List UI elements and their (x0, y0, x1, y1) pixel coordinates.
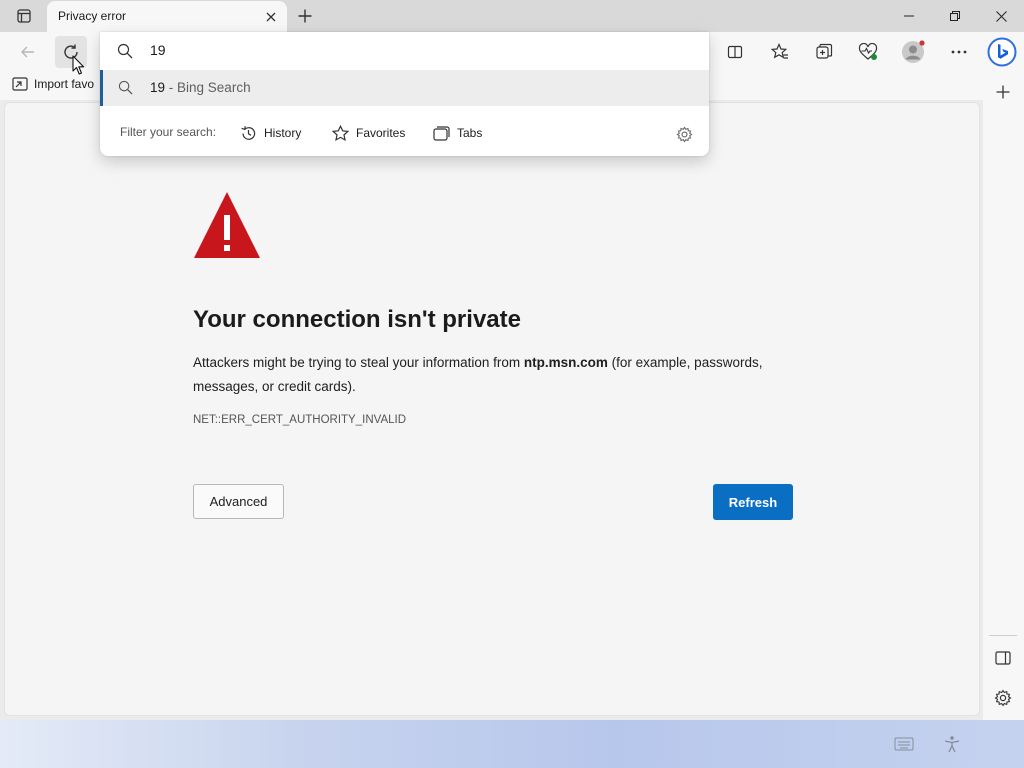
settings-more-button[interactable] (943, 36, 975, 68)
warning-triangle-icon (194, 192, 260, 258)
suggestion-suffix: - Bing Search (165, 80, 251, 95)
copilot-button[interactable] (986, 36, 1018, 68)
back-button[interactable] (12, 36, 44, 68)
address-bar[interactable]: 19 (100, 32, 709, 70)
minimize-icon (904, 15, 914, 17)
history-icon (241, 125, 256, 140)
minimize-button[interactable] (886, 0, 932, 32)
plus-icon (996, 85, 1010, 99)
new-tab-button[interactable] (290, 4, 320, 28)
search-icon (118, 80, 133, 95)
edge-sidebar (983, 72, 1024, 720)
error-host: ntp.msn.com (523, 355, 608, 370)
tab-title: Privacy error (58, 9, 127, 23)
error-heading: Your connection isn't private (193, 306, 521, 333)
taskbar (0, 720, 1024, 768)
close-window-button[interactable] (978, 0, 1024, 32)
filter-history-label: History (264, 126, 302, 140)
search-filter-row: Filter your search: History Favorites Ta… (100, 106, 709, 156)
hide-sidebar-button[interactable] (987, 642, 1019, 674)
browser-essentials-button[interactable] (852, 36, 884, 68)
refresh-page-button[interactable]: Refresh (713, 484, 793, 520)
close-icon (995, 10, 1007, 22)
keyboard-icon (894, 737, 914, 751)
accessibility-icon (944, 736, 960, 753)
tabs-icon (433, 125, 450, 141)
error-description-before: Attackers might be trying to steal your … (193, 355, 524, 370)
address-input[interactable]: 19 (150, 42, 166, 58)
sidebar-panel-icon (995, 651, 1011, 665)
page-content: Your connection isn't private Attackers … (4, 102, 980, 716)
more-dots-icon (951, 50, 967, 54)
gear-icon (994, 689, 1012, 707)
error-code: NET::ERR_CERT_AUTHORITY_INVALID (193, 414, 407, 426)
suggestion-query: 19 (150, 80, 166, 95)
sidebar-divider (989, 635, 1017, 636)
search-settings-button[interactable] (673, 123, 695, 145)
favorites-button[interactable] (764, 36, 796, 68)
search-suggestion[interactable]: 19 - Bing Search (100, 70, 709, 106)
tab-actions-icon (17, 9, 31, 23)
bing-icon (987, 37, 1017, 67)
back-arrow-icon (21, 46, 34, 58)
avatar-icon (902, 40, 925, 63)
restore-button[interactable] (932, 0, 978, 32)
import-favorites-label: Import favo (34, 77, 95, 91)
filter-tabs-button[interactable]: Tabs (433, 119, 482, 147)
filter-label: Filter your search: (120, 125, 217, 139)
filter-favorites-label: Favorites (356, 126, 406, 140)
accessibility-tray-button[interactable] (940, 732, 964, 756)
advanced-button[interactable]: Advanced (193, 484, 284, 519)
error-description: Attackers might be trying to steal your … (193, 351, 803, 399)
sidebar-settings-button[interactable] (987, 682, 1019, 714)
import-favorites-link[interactable]: Import favo (12, 77, 94, 91)
title-bar: Privacy error (0, 0, 1024, 32)
collections-button[interactable] (808, 36, 840, 68)
filter-favorites-button[interactable]: Favorites (332, 119, 405, 147)
close-icon (266, 12, 276, 22)
restore-icon (950, 11, 960, 21)
plus-icon (298, 9, 312, 23)
search-icon (117, 43, 133, 59)
mouse-cursor-icon (72, 55, 85, 75)
address-bar-dropdown: 19 19 - Bing Search Filter your search: … (100, 32, 709, 156)
favorites-star-icon (771, 43, 788, 59)
tab-close-button[interactable] (259, 5, 283, 29)
collections-icon (816, 43, 833, 59)
filter-tabs-label: Tabs (457, 126, 483, 140)
filter-history-button[interactable]: History (240, 119, 301, 147)
sidebar-add-button[interactable] (987, 76, 1019, 108)
import-icon (12, 77, 28, 91)
tab-privacy-error[interactable]: Privacy error (47, 1, 287, 32)
star-icon (332, 124, 349, 141)
split-screen-icon (727, 45, 743, 59)
gear-icon (675, 125, 693, 143)
profile-button[interactable] (897, 36, 929, 68)
heart-pulse-icon (858, 43, 878, 60)
keyboard-tray-button[interactable] (892, 732, 916, 756)
tab-actions-button[interactable] (8, 4, 40, 28)
split-screen-button[interactable] (719, 36, 751, 68)
suggestion-text: 19 - Bing Search (150, 80, 251, 95)
